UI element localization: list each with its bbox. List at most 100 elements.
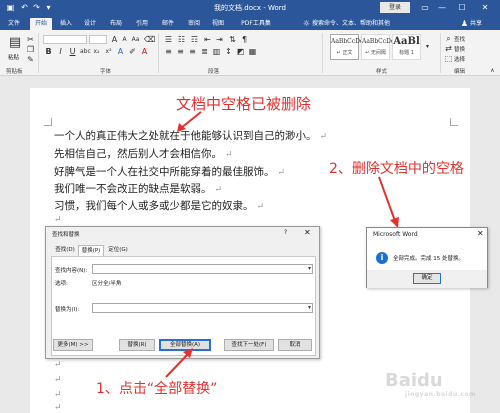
tab-pdf-tools[interactable]: PDF工具集 bbox=[236, 18, 276, 30]
shading-icon[interactable]: ◩ bbox=[236, 47, 245, 56]
tab-design[interactable]: 设计 bbox=[80, 18, 100, 30]
tab-replace[interactable]: 替换(P) bbox=[78, 245, 104, 256]
multilevel-list-icon[interactable]: ☶ bbox=[190, 35, 199, 44]
replace-icon[interactable]: ⇄ bbox=[444, 44, 453, 53]
group-label-styles: 样式 bbox=[376, 69, 388, 75]
tab-home[interactable]: 开始 bbox=[30, 18, 52, 30]
style-sample: AaBbCcDc bbox=[362, 38, 395, 45]
arrow-to-button-icon bbox=[165, 348, 193, 378]
subscript-icon[interactable]: x₂ bbox=[92, 47, 101, 56]
line-text: 习惯，我们每个人或多或少都是它的奴隶。 bbox=[54, 200, 254, 212]
tab-mailings[interactable]: 邮件 bbox=[158, 18, 178, 30]
maximize-button[interactable]: ☐ bbox=[455, 2, 469, 13]
sort-icon[interactable]: ⇅ bbox=[228, 35, 237, 44]
find-next-button[interactable]: 查找下一处(F) bbox=[224, 339, 274, 351]
font-name-box[interactable] bbox=[43, 35, 87, 44]
message-box-close-button[interactable]: ✕ bbox=[477, 229, 484, 238]
document-line[interactable]: 习惯，我们每个人或多或少都是它的奴隶。 ↵ bbox=[54, 198, 264, 213]
empty-paragraph-mark: ↵ bbox=[54, 215, 62, 225]
find-icon[interactable]: ⌕ bbox=[444, 34, 453, 43]
text-effects-icon[interactable]: A bbox=[116, 47, 125, 56]
tab-file[interactable]: 文件 bbox=[4, 18, 24, 30]
title-bar: ▣ ↶ ↷ ▾ 我的文档.docx - Word 登录 ▭ — ☐ ✕ bbox=[0, 0, 500, 16]
shrink-font-icon[interactable]: A bbox=[120, 35, 129, 44]
dialog-title: 查找和替换 bbox=[52, 232, 80, 238]
help-button[interactable]: ? bbox=[284, 229, 287, 236]
share-button[interactable]: 共享 bbox=[470, 18, 482, 30]
underline-icon[interactable]: U bbox=[68, 47, 77, 56]
paste-icon[interactable]: ▤ bbox=[8, 36, 22, 50]
tab-view[interactable]: 视图 bbox=[208, 18, 228, 30]
document-line[interactable]: 好脾气是一个人在社交中所能穿着的最佳服饰。 ↵ bbox=[54, 164, 285, 179]
document-line[interactable]: 我们唯一不会改正的缺点是软弱。 ↵ bbox=[54, 181, 222, 196]
select-button[interactable]: 选择 bbox=[454, 55, 465, 63]
highlight-icon[interactable]: ✐ bbox=[128, 47, 137, 56]
ribbon: ▤ 粘贴 ✂ ❐ ✎ 剪贴板 A A Aa ⌫ B I U abc x₂ x² … bbox=[0, 30, 500, 76]
format-painter-icon[interactable]: ✎ bbox=[26, 55, 35, 64]
justify-icon[interactable]: ≣ bbox=[200, 47, 209, 56]
find-input[interactable]: ▾ bbox=[92, 264, 313, 274]
select-icon[interactable]: ⬚ bbox=[444, 54, 453, 63]
superscript-icon[interactable]: x² bbox=[104, 47, 113, 56]
distributed-icon[interactable]: ▥ bbox=[212, 47, 221, 56]
chevron-down-icon[interactable]: ▾ bbox=[308, 265, 311, 272]
find-button[interactable]: 查找 bbox=[454, 35, 465, 43]
login-button[interactable]: 登录 bbox=[380, 2, 410, 13]
numbering-icon[interactable]: ☷ bbox=[177, 35, 186, 44]
tab-goto[interactable]: 定位(G) bbox=[105, 245, 131, 256]
align-center-icon[interactable]: ≡ bbox=[176, 47, 185, 56]
tab-layout[interactable]: 布局 bbox=[106, 18, 126, 30]
tell-me-search[interactable]: 搜索命令、文本、帮助和其他 bbox=[312, 18, 390, 30]
share-icon: ♟ bbox=[460, 19, 469, 28]
word-message-box: Microsoft Word ✕ i 全部完成。完成 15 处替换。 确定 bbox=[366, 227, 488, 288]
empty-paragraph-mark: ↵ bbox=[54, 403, 62, 413]
options-label: 选项: bbox=[55, 281, 68, 287]
line-spacing-icon[interactable]: ↕ bbox=[224, 47, 233, 56]
borders-icon[interactable]: ▦ bbox=[248, 47, 257, 56]
tab-insert[interactable]: 插入 bbox=[56, 18, 76, 30]
tab-review[interactable]: 审阅 bbox=[184, 18, 204, 30]
decrease-indent-icon[interactable]: ⇤ bbox=[203, 35, 212, 44]
copy-icon[interactable]: ❐ bbox=[26, 45, 35, 54]
more-button[interactable]: 更多(M) >> bbox=[53, 339, 93, 351]
change-case-icon[interactable]: Aa bbox=[131, 35, 140, 44]
show-marks-icon[interactable]: ¶ bbox=[240, 35, 249, 44]
group-label-font: 字体 bbox=[100, 69, 112, 75]
bullets-icon[interactable]: ☰ bbox=[164, 35, 173, 44]
minimize-button[interactable]: — bbox=[435, 2, 449, 13]
tab-find[interactable]: 查找(D) bbox=[52, 245, 78, 256]
align-right-icon[interactable]: ≡ bbox=[188, 47, 197, 56]
tab-references[interactable]: 引用 bbox=[132, 18, 152, 30]
document-line[interactable]: 先相信自己，然后别人才会相信你。 ↵ bbox=[54, 146, 233, 161]
font-size-box[interactable] bbox=[89, 35, 107, 44]
increase-indent-icon[interactable]: ⇥ bbox=[215, 35, 224, 44]
group-label-clipboard: 剪贴板 bbox=[6, 69, 23, 75]
strikethrough-icon[interactable]: abc bbox=[80, 47, 91, 56]
dialog-close-button[interactable]: ✕ bbox=[304, 228, 311, 237]
font-color-icon[interactable]: A bbox=[140, 47, 149, 56]
ribbon-display-icon[interactable]: ▭ bbox=[418, 2, 432, 13]
cut-icon[interactable]: ✂ bbox=[26, 35, 35, 44]
document-line[interactable]: 一个人的真正伟大之处就在于他能够认识到自己的渺小。 ↵ bbox=[54, 128, 327, 143]
message-box-title: Microsoft Word bbox=[373, 231, 418, 238]
style-heading-1[interactable]: AaBl 标题 1 bbox=[392, 34, 421, 60]
bold-icon[interactable]: B bbox=[44, 47, 53, 56]
italic-icon[interactable]: I bbox=[56, 47, 65, 56]
close-window-button[interactable]: ✕ bbox=[478, 2, 492, 13]
collapse-ribbon-icon[interactable]: ∧ bbox=[488, 66, 497, 75]
clear-format-icon[interactable]: ⌫ bbox=[144, 35, 155, 44]
arrow-to-msgbox-icon bbox=[378, 176, 399, 228]
style-no-spacing[interactable]: AaBbCcDc ↵ 无间隔 bbox=[361, 34, 395, 60]
replace-button[interactable]: 替换(R) bbox=[119, 339, 155, 351]
line-text: 好脾气是一个人在社交中所能穿着的最佳服饰。 bbox=[54, 166, 275, 178]
grow-font-icon[interactable]: A bbox=[110, 35, 119, 44]
chevron-down-icon[interactable]: ▾ bbox=[308, 304, 311, 311]
ok-button[interactable]: 确定 bbox=[413, 273, 441, 284]
style-normal[interactable]: AaBbCcDc ↵ 正文 bbox=[330, 34, 363, 60]
cancel-button[interactable]: 取消 bbox=[278, 339, 312, 351]
replace-input[interactable]: ▾ bbox=[92, 303, 313, 313]
replace-button[interactable]: 替换 bbox=[454, 45, 465, 53]
paste-label[interactable]: 粘贴 bbox=[8, 53, 19, 61]
align-left-icon[interactable]: ≡ bbox=[164, 47, 173, 56]
styles-more-icon[interactable]: ▾ bbox=[423, 42, 432, 51]
